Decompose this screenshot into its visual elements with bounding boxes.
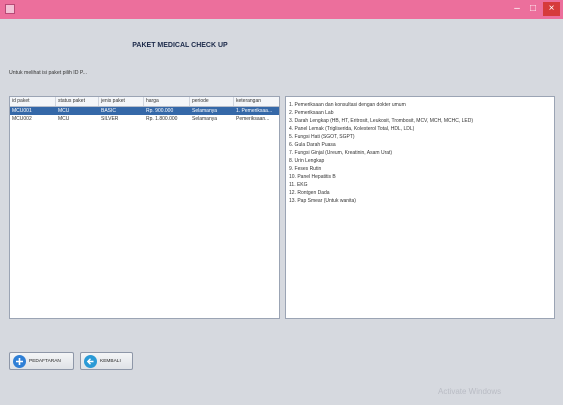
- detail-line: 2. Pemeriksaan Lab: [289, 110, 334, 116]
- detail-line: 5. Fungsi Hati (SGOT, SGPT): [289, 134, 355, 140]
- close-button[interactable]: ×: [543, 2, 560, 16]
- app-icon: [5, 4, 15, 14]
- detail-line: 12. Rontgen Dada: [289, 190, 330, 196]
- cell-periode: Selamanya: [192, 116, 218, 122]
- kembali-button-label: KEMBALI: [100, 358, 121, 364]
- column-header-jenis-paket[interactable]: jenis paket: [99, 97, 144, 106]
- cell-jenis-paket: BASIC: [101, 108, 117, 114]
- column-header-id-paket[interactable]: id paket: [10, 97, 56, 106]
- table-row[interactable]: MCU001 MCU BASIC Rp. 900.000 Selamanya 1…: [10, 107, 279, 115]
- table-header: id paket status paket jenis paket harga …: [10, 97, 279, 107]
- detail-line: 1. Pemeriksaan dan konsultasi dengan dok…: [289, 102, 406, 108]
- detail-line: 11. EKG: [289, 182, 308, 188]
- column-header-keterangan[interactable]: keterangan: [234, 97, 279, 106]
- cell-keterangan: 1. Pemeriksaa...: [236, 108, 273, 114]
- maximize-button[interactable]: □: [526, 2, 540, 16]
- cell-status-paket: MCU: [58, 116, 70, 122]
- detail-line: 4. Panel Lemak (Trigliserida, Kolesterol…: [289, 126, 415, 132]
- detail-line: 13. Pap Smear (Untuk wanita): [289, 198, 356, 204]
- column-header-status-paket[interactable]: status paket: [56, 97, 99, 106]
- cell-harga: Rp. 1.800.000: [146, 116, 178, 122]
- pendaftaran-button[interactable]: PEDAFTARAN: [9, 352, 74, 370]
- cell-periode: Selamanya: [192, 108, 218, 114]
- package-detail-text-area[interactable]: 1. Pemeriksaan dan konsultasi dengan dok…: [285, 96, 555, 319]
- column-header-harga[interactable]: harga: [144, 97, 190, 106]
- cell-jenis-paket: SILVER: [101, 116, 119, 122]
- cell-keterangan: Pemeriksaan...: [236, 116, 270, 122]
- detail-line: 3. Darah Lengkap (HB, HT, Eritrosit, Leu…: [289, 118, 474, 124]
- pendaftaran-button-label: PEDAFTARAN: [29, 358, 61, 364]
- page-title: PAKET MEDICAL CHECK UP: [132, 42, 228, 49]
- detail-line: 7. Fungsi Ginjal (Ureum, Kreatinin, Asam…: [289, 150, 393, 156]
- detail-line: 9. Feses Rutin: [289, 166, 322, 172]
- cell-harga: Rp. 900.000: [146, 108, 174, 114]
- table-row[interactable]: MCU002 MCU SILVER Rp. 1.800.000 Selamany…: [10, 115, 279, 123]
- kembali-button[interactable]: KEMBALI: [80, 352, 133, 370]
- package-table[interactable]: id paket status paket jenis paket harga …: [9, 96, 280, 319]
- detail-line: 10. Panel Hepatitis B: [289, 174, 336, 180]
- activate-windows-watermark: Activate Windows: [438, 387, 502, 396]
- cell-id-paket: MCU001: [12, 108, 32, 114]
- cell-id-paket: MCU002: [12, 116, 32, 122]
- detail-line: 6. Gula Darah Puasa: [289, 142, 336, 148]
- title-bar: – □ ×: [0, 0, 563, 19]
- back-arrow-icon: [84, 354, 97, 368]
- detail-line: 8. Urin Lengkap: [289, 158, 325, 164]
- column-header-periode[interactable]: periode: [190, 97, 234, 106]
- instruction-text: Untuk melihat isi paket pilih ID P...: [9, 70, 88, 76]
- minimize-button[interactable]: –: [510, 2, 524, 16]
- cell-status-paket: MCU: [58, 108, 70, 114]
- plus-icon: [13, 354, 26, 368]
